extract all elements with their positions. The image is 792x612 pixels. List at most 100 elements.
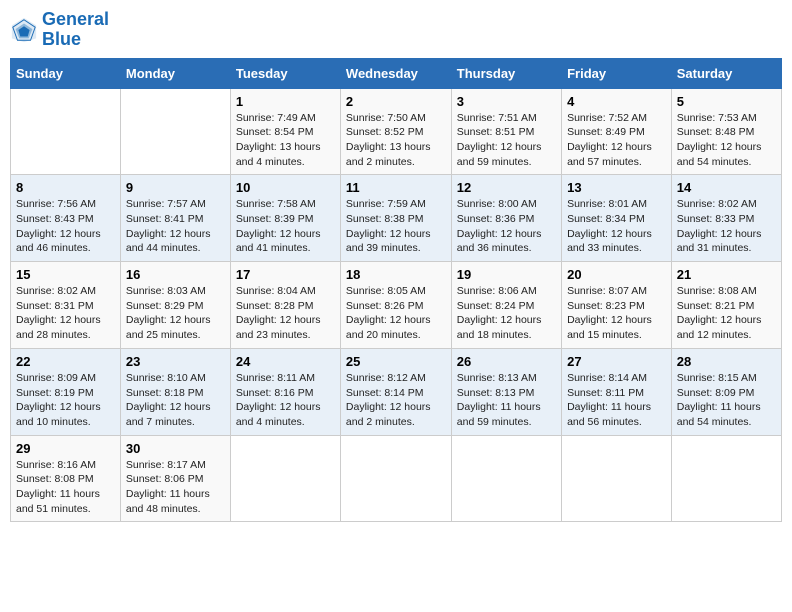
day-cell-16: 16 Sunrise: 8:03 AMSunset: 8:29 PMDayligh… — [120, 262, 230, 349]
cell-info: Sunrise: 8:01 AMSunset: 8:34 PMDaylight:… — [567, 197, 666, 256]
cell-info: Sunrise: 8:02 AMSunset: 8:31 PMDaylight:… — [16, 284, 115, 343]
day-number: 4 — [567, 94, 666, 109]
day-cell-17: 17Sunrise: 8:04 AMSunset: 8:28 PMDayligh… — [230, 262, 340, 349]
day-number: 30 — [126, 441, 225, 456]
day-number: 14 — [677, 180, 776, 195]
empty-cell — [562, 435, 672, 522]
calendar-week-3: 15 Sunrise: 8:02 AMSunset: 8:31 PMDayligh… — [11, 262, 782, 349]
day-cell-4: 4 Sunrise: 7:52 AMSunset: 8:49 PMDaylight… — [562, 88, 672, 175]
empty-cell — [230, 435, 340, 522]
day-cell-9: 9Sunrise: 7:57 AMSunset: 8:41 PMDaylight… — [120, 175, 230, 262]
logo: General Blue — [10, 10, 109, 50]
header-day-sunday: Sunday — [11, 58, 121, 88]
cell-info: Sunrise: 7:56 AMSunset: 8:43 PMDaylight:… — [16, 197, 115, 256]
day-cell-28: 28Sunrise: 8:15 AMSunset: 8:09 PMDayligh… — [671, 348, 781, 435]
day-cell-25: 25 Sunrise: 8:12 AMSunset: 8:14 PMDayligh… — [340, 348, 451, 435]
day-number: 21 — [677, 267, 776, 282]
day-number: 25 — [346, 354, 446, 369]
day-cell-14: 14 Sunrise: 8:02 AMSunset: 8:33 PMDayligh… — [671, 175, 781, 262]
day-number: 22 — [16, 354, 115, 369]
header-day-tuesday: Tuesday — [230, 58, 340, 88]
cell-info: Sunrise: 8:11 AMSunset: 8:16 PMDaylight:… — [236, 371, 335, 430]
day-cell-11: 11 Sunrise: 7:59 AMSunset: 8:38 PMDayligh… — [340, 175, 451, 262]
empty-cell — [11, 88, 121, 175]
cell-info: Sunrise: 7:52 AMSunset: 8:49 PMDaylight:… — [567, 111, 666, 170]
day-number: 9 — [126, 180, 225, 195]
day-cell-5: 5 Sunrise: 7:53 AMSunset: 8:48 PMDaylight… — [671, 88, 781, 175]
logo-text: General Blue — [42, 10, 109, 50]
day-number: 16 — [126, 267, 225, 282]
day-cell-20: 20 Sunrise: 8:07 AMSunset: 8:23 PMDayligh… — [562, 262, 672, 349]
day-number: 24 — [236, 354, 335, 369]
day-number: 2 — [346, 94, 446, 109]
day-number: 8 — [16, 180, 115, 195]
day-number: 23 — [126, 354, 225, 369]
cell-info: Sunrise: 7:50 AMSunset: 8:52 PMDaylight:… — [346, 111, 446, 170]
day-number: 3 — [457, 94, 556, 109]
cell-info: Sunrise: 7:51 AMSunset: 8:51 PMDaylight:… — [457, 111, 556, 170]
day-number: 13 — [567, 180, 666, 195]
cell-info: Sunrise: 8:14 AMSunset: 8:11 PMDaylight:… — [567, 371, 666, 430]
day-cell-21: 21 Sunrise: 8:08 AMSunset: 8:21 PMDayligh… — [671, 262, 781, 349]
day-number: 27 — [567, 354, 666, 369]
day-cell-18: 18 Sunrise: 8:05 AMSunset: 8:26 PMDayligh… — [340, 262, 451, 349]
day-number: 11 — [346, 180, 446, 195]
day-cell-29: 29 Sunrise: 8:16 AMSunset: 8:08 PMDayligh… — [11, 435, 121, 522]
day-cell-1: 1 Sunrise: 7:49 AMSunset: 8:54 PMDaylight… — [230, 88, 340, 175]
cell-info: Sunrise: 8:10 AMSunset: 8:18 PMDaylight:… — [126, 371, 225, 430]
calendar-table: SundayMondayTuesdayWednesdayThursdayFrid… — [10, 58, 782, 523]
header-day-wednesday: Wednesday — [340, 58, 451, 88]
cell-info: Sunrise: 7:59 AMSunset: 8:38 PMDaylight:… — [346, 197, 446, 256]
day-cell-22: 22 Sunrise: 8:09 AMSunset: 8:19 PMDayligh… — [11, 348, 121, 435]
empty-cell — [451, 435, 561, 522]
cell-info: Sunrise: 8:09 AMSunset: 8:19 PMDaylight:… — [16, 371, 115, 430]
calendar-week-5: 29 Sunrise: 8:16 AMSunset: 8:08 PMDayligh… — [11, 435, 782, 522]
cell-info: Sunrise: 8:15 AMSunset: 8:09 PMDaylight:… — [677, 371, 776, 430]
cell-info: Sunrise: 8:12 AMSunset: 8:14 PMDaylight:… — [346, 371, 446, 430]
day-cell-10: 10Sunrise: 7:58 AMSunset: 8:39 PMDayligh… — [230, 175, 340, 262]
calendar-week-2: 8 Sunrise: 7:56 AMSunset: 8:43 PMDaylight… — [11, 175, 782, 262]
calendar-week-1: 1 Sunrise: 7:49 AMSunset: 8:54 PMDaylight… — [11, 88, 782, 175]
cell-info: Sunrise: 7:58 AMSunset: 8:39 PMDaylight:… — [236, 197, 335, 256]
day-cell-24: 24 Sunrise: 8:11 AMSunset: 8:16 PMDayligh… — [230, 348, 340, 435]
cell-info: Sunrise: 8:05 AMSunset: 8:26 PMDaylight:… — [346, 284, 446, 343]
day-number: 29 — [16, 441, 115, 456]
header-day-saturday: Saturday — [671, 58, 781, 88]
cell-info: Sunrise: 8:17 AMSunset: 8:06 PMDaylight:… — [126, 458, 225, 517]
day-number: 18 — [346, 267, 446, 282]
cell-info: Sunrise: 8:02 AMSunset: 8:33 PMDaylight:… — [677, 197, 776, 256]
cell-info: Sunrise: 8:08 AMSunset: 8:21 PMDaylight:… — [677, 284, 776, 343]
day-number: 26 — [457, 354, 556, 369]
cell-info: Sunrise: 8:13 AMSunset: 8:13 PMDaylight:… — [457, 371, 556, 430]
cell-info: Sunrise: 8:16 AMSunset: 8:08 PMDaylight:… — [16, 458, 115, 517]
cell-info: Sunrise: 8:06 AMSunset: 8:24 PMDaylight:… — [457, 284, 556, 343]
header-day-thursday: Thursday — [451, 58, 561, 88]
day-cell-23: 23 Sunrise: 8:10 AMSunset: 8:18 PMDayligh… — [120, 348, 230, 435]
day-cell-19: 19 Sunrise: 8:06 AMSunset: 8:24 PMDayligh… — [451, 262, 561, 349]
day-cell-2: 2 Sunrise: 7:50 AMSunset: 8:52 PMDaylight… — [340, 88, 451, 175]
day-number: 20 — [567, 267, 666, 282]
calendar-week-4: 22 Sunrise: 8:09 AMSunset: 8:19 PMDayligh… — [11, 348, 782, 435]
calendar-header: SundayMondayTuesdayWednesdayThursdayFrid… — [11, 58, 782, 88]
cell-info: Sunrise: 7:49 AMSunset: 8:54 PMDaylight:… — [236, 111, 335, 170]
day-cell-27: 27 Sunrise: 8:14 AMSunset: 8:11 PMDayligh… — [562, 348, 672, 435]
empty-cell — [671, 435, 781, 522]
cell-info: Sunrise: 8:07 AMSunset: 8:23 PMDaylight:… — [567, 284, 666, 343]
day-number: 5 — [677, 94, 776, 109]
day-cell-12: 12Sunrise: 8:00 AMSunset: 8:36 PMDayligh… — [451, 175, 561, 262]
day-number: 15 — [16, 267, 115, 282]
day-number: 12 — [457, 180, 556, 195]
header-day-friday: Friday — [562, 58, 672, 88]
header-day-monday: Monday — [120, 58, 230, 88]
logo-icon — [10, 16, 38, 44]
day-cell-15: 15 Sunrise: 8:02 AMSunset: 8:31 PMDayligh… — [11, 262, 121, 349]
day-number: 19 — [457, 267, 556, 282]
day-cell-26: 26 Sunrise: 8:13 AMSunset: 8:13 PMDayligh… — [451, 348, 561, 435]
cell-info: Sunrise: 8:03 AMSunset: 8:29 PMDaylight:… — [126, 284, 225, 343]
empty-cell — [340, 435, 451, 522]
cell-info: Sunrise: 7:53 AMSunset: 8:48 PMDaylight:… — [677, 111, 776, 170]
day-number: 1 — [236, 94, 335, 109]
day-cell-13: 13 Sunrise: 8:01 AMSunset: 8:34 PMDayligh… — [562, 175, 672, 262]
empty-cell — [120, 88, 230, 175]
day-cell-3: 3 Sunrise: 7:51 AMSunset: 8:51 PMDaylight… — [451, 88, 561, 175]
